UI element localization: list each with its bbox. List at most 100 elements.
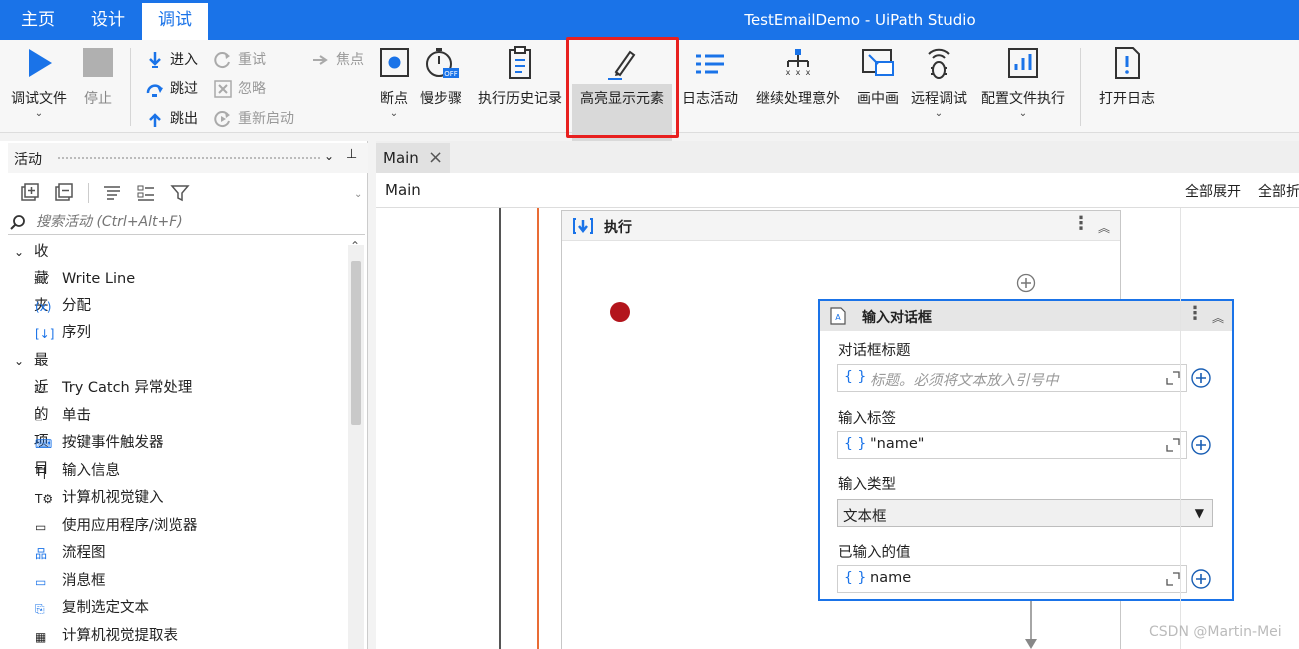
input-label-field[interactable]: { } "name" — [837, 431, 1187, 459]
add-activity-icon[interactable] — [1016, 273, 1036, 293]
scroll-up-icon[interactable]: ⌃ — [350, 239, 360, 253]
flow-arrow-icon — [1025, 601, 1037, 649]
log-activities-button[interactable]: 日志活动 — [678, 40, 742, 130]
add-variable-icon[interactable] — [1190, 434, 1212, 456]
collapse-all-link[interactable]: 全部折 — [1258, 181, 1299, 201]
search-icon — [10, 215, 25, 230]
focus-icon — [313, 55, 328, 65]
highlight-elements-button[interactable]: 高亮显示元素 — [572, 40, 672, 130]
entered-value-field[interactable]: { } name — [837, 565, 1187, 593]
list-item-label: 复制选定文本 — [62, 600, 149, 616]
expression-braces-icon: { } — [844, 436, 867, 452]
tab-main-label: Main — [383, 149, 419, 167]
input-dialog-activity[interactable]: A 输入对话框 ⋮ ︽ 对话框标题 { } 标题。必须将文本放入引号中 输入标签… — [818, 299, 1234, 601]
input-type-select[interactable]: 文本框 ▼ — [837, 499, 1213, 527]
tab-debug[interactable]: 调试 — [142, 0, 208, 40]
filter-icon[interactable] — [170, 183, 190, 203]
step-into-button[interactable]: 进入 — [144, 47, 198, 73]
designer-canvas[interactable]: 执行 ⋮ ︽ A 输入对话框 ⋮ ︽ 对话框标题 { } 标题。必须将文本放入引… — [376, 208, 1299, 649]
svg-text:OFF: OFF — [444, 70, 458, 78]
focus-button[interactable]: 焦点 — [310, 47, 364, 73]
collapse-all-icon[interactable] — [54, 183, 74, 203]
retry-button[interactable]: 重试 — [212, 47, 266, 73]
step-out-label: 跳出 — [170, 111, 198, 127]
activities-toolbar: ⌄ — [8, 175, 368, 209]
remote-debug-button[interactable]: 远程调试 ⌄ — [906, 40, 972, 130]
ignore-button[interactable]: 忽略 — [212, 76, 266, 102]
chevron-down-icon[interactable]: ⌄ — [324, 149, 334, 163]
document-tabs: Main × — [376, 141, 1299, 173]
entered-value-label: 已输入的值 — [838, 545, 911, 561]
scrollbar-thumb[interactable] — [351, 261, 361, 425]
breakpoints-button[interactable]: 断点 ⌄ — [374, 40, 414, 130]
more-options-icon[interactable]: ⋮ — [1186, 303, 1204, 324]
activities-search[interactable] — [8, 211, 365, 235]
dialog-icon: A — [830, 307, 846, 325]
window-title: TestEmailDemo - UiPath Studio — [744, 11, 976, 29]
step-over-button[interactable]: 跳过 — [144, 76, 198, 102]
add-variable-icon[interactable] — [1190, 568, 1212, 590]
execution-trace-line — [537, 208, 539, 649]
picture-in-picture-label: 画中画 — [857, 91, 899, 107]
sequence-icon — [573, 218, 593, 234]
canvas-divider — [1180, 208, 1181, 649]
list-view-icon[interactable] — [136, 183, 156, 203]
input-dialog-title: 输入对话框 — [862, 310, 932, 326]
activities-panel: 活动 ⌄ ⊥ ⌄ ⌄ 收藏夹 ≡⁄ Write Line (x) — [0, 141, 368, 649]
step-over-icon — [146, 84, 163, 97]
ignore-label: 忽略 — [238, 81, 266, 97]
tab-main[interactable]: Main × — [376, 143, 450, 173]
focus-label: 焦点 — [336, 52, 364, 68]
stop-button[interactable]: 停止 — [74, 40, 122, 130]
chevron-down-icon: ⌄ — [34, 108, 44, 119]
debug-file-button[interactable]: 调试文件 ⌄ — [4, 40, 74, 130]
profile-execution-button[interactable]: 配置文件执行 ⌄ — [974, 40, 1072, 130]
step-out-button[interactable]: 跳出 — [144, 106, 198, 132]
more-options-icon[interactable]: ⋮ — [1072, 213, 1090, 234]
activities-panel-header: 活动 ⌄ ⊥ — [8, 143, 368, 173]
step-out-icon — [149, 113, 161, 127]
stop-label: 停止 — [84, 91, 112, 107]
expand-editor-icon[interactable] — [1166, 572, 1180, 586]
exec-history-button[interactable]: 执行历史记录 — [470, 40, 570, 130]
collapse-icon[interactable]: ︽ — [1212, 309, 1224, 326]
stopwatch-icon: OFF — [426, 48, 459, 78]
expand-all-icon[interactable] — [20, 183, 40, 203]
expand-editor-icon[interactable] — [1166, 438, 1180, 452]
input-label-value: "name" — [870, 436, 925, 452]
show-descriptions-icon[interactable] — [102, 183, 122, 203]
dialog-title-field[interactable]: { } 标题。必须将文本放入引号中 — [837, 364, 1187, 392]
picture-in-picture-button[interactable]: 画中画 — [852, 40, 904, 130]
tab-design[interactable]: 设计 — [72, 0, 144, 40]
breadcrumb[interactable]: Main — [385, 181, 421, 199]
search-input[interactable] — [36, 211, 356, 233]
chevron-down-icon: ▼ — [1194, 506, 1204, 520]
add-variable-icon[interactable] — [1190, 367, 1212, 389]
message-box-icon: ▭ — [35, 575, 47, 589]
list-item-label: Write Line — [62, 271, 136, 287]
restart-button[interactable]: 重新启动 — [212, 106, 294, 132]
breakpoint-marker[interactable] — [610, 302, 630, 322]
sequence-block[interactable]: 执行 ⋮ ︽ A 输入对话框 ⋮ ︽ 对话框标题 { } 标题。必须将文本放入引… — [561, 210, 1234, 649]
chevron-down-icon: ⌄ — [14, 354, 25, 368]
collapse-icon[interactable]: ︽ — [1098, 219, 1110, 236]
pin-icon[interactable]: ⊥ — [346, 147, 357, 162]
tab-home[interactable]: 主页 — [0, 0, 76, 40]
cv-type-icon: T⚙ — [35, 492, 54, 506]
continue-on-exception-button[interactable]: xxx 继续处理意外 — [750, 40, 846, 130]
expand-all-link[interactable]: 全部展开 — [1185, 181, 1241, 201]
app-window: 主页 设计 调试 TestEmailDemo - UiPath Studio 调… — [0, 0, 1299, 649]
highlight-elements-label: 高亮显示元素 — [580, 91, 664, 107]
log-file-icon — [1115, 47, 1140, 79]
scroll-down-icon[interactable]: ⌄ — [354, 189, 362, 200]
outer-sequence-border — [499, 208, 501, 649]
slow-step-button[interactable]: OFF 慢步骤 — [414, 40, 468, 130]
remote-bug-icon — [928, 48, 950, 79]
dialog-title-label: 对话框标题 — [838, 343, 911, 359]
step-into-label: 进入 — [170, 52, 198, 68]
expand-editor-icon[interactable] — [1166, 371, 1180, 385]
list-item-label: 消息框 — [62, 573, 106, 589]
open-logs-button[interactable]: 打开日志 — [1092, 40, 1162, 130]
retry-icon — [214, 52, 230, 69]
close-icon[interactable]: × — [428, 143, 443, 173]
